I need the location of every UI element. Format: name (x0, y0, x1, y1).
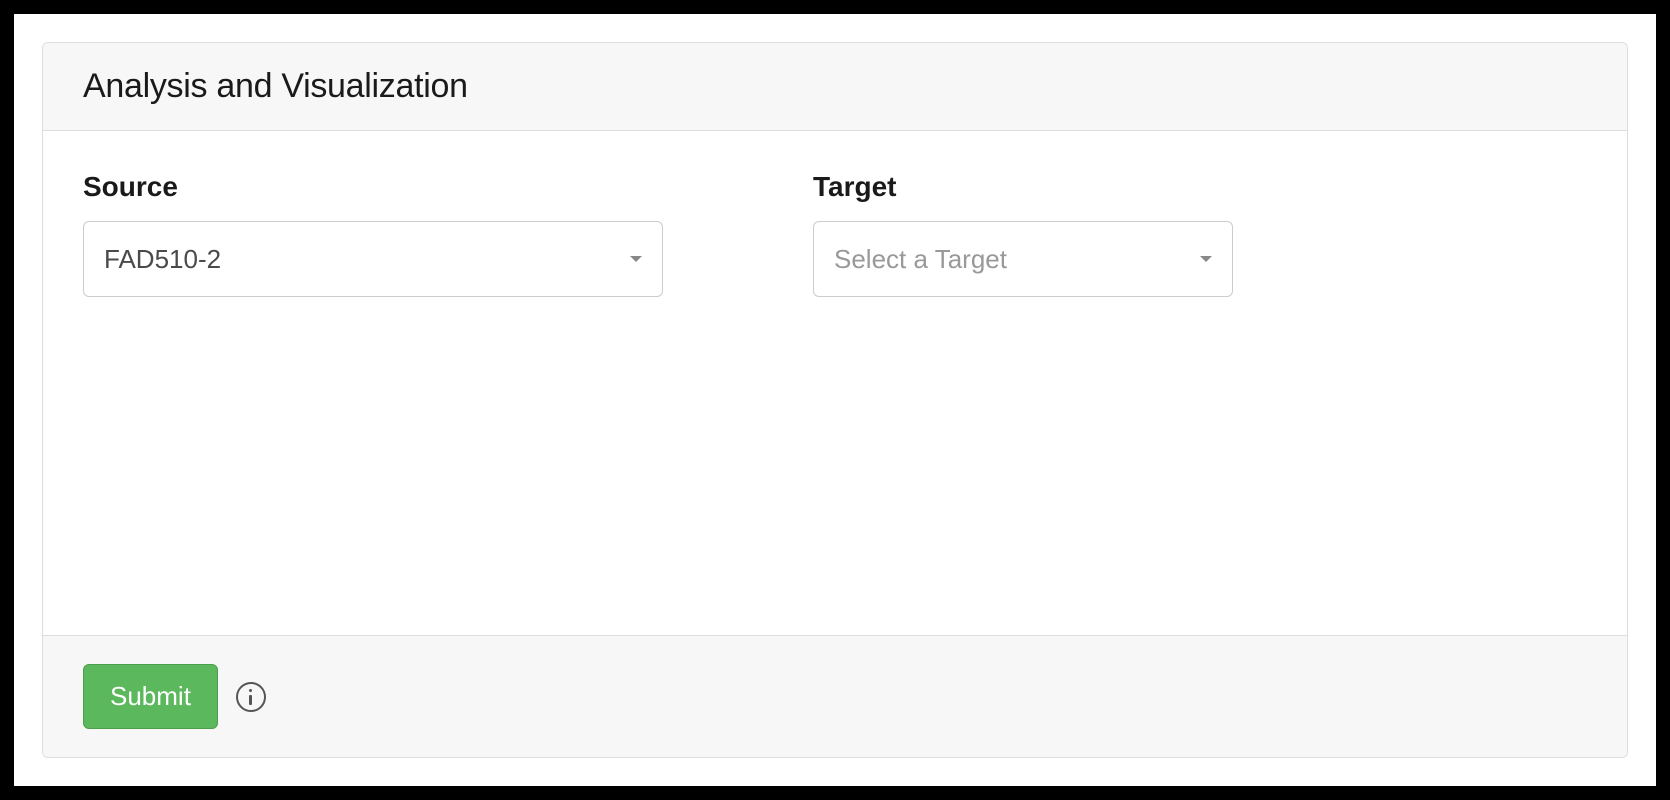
target-select[interactable]: Select a Target (813, 221, 1233, 297)
caret-down-icon (1200, 256, 1212, 262)
source-select[interactable]: FAD510-2 (83, 221, 663, 297)
target-field-group: Target Select a Target (813, 171, 1233, 297)
page-container: Analysis and Visualization Source FAD510… (14, 14, 1656, 786)
target-label: Target (813, 171, 1233, 203)
source-field-group: Source FAD510-2 (83, 171, 663, 297)
analysis-panel: Analysis and Visualization Source FAD510… (42, 42, 1628, 758)
target-select-placeholder: Select a Target (834, 244, 1007, 275)
submit-button[interactable]: Submit (83, 664, 218, 729)
panel-header: Analysis and Visualization (43, 43, 1627, 131)
panel-footer: Submit (43, 635, 1627, 757)
source-select-value: FAD510-2 (104, 244, 221, 275)
panel-body: Source FAD510-2 Target Select a Target (43, 131, 1627, 635)
caret-down-icon (630, 256, 642, 262)
info-icon[interactable] (236, 682, 266, 712)
panel-title: Analysis and Visualization (83, 67, 1587, 106)
source-label: Source (83, 171, 663, 203)
